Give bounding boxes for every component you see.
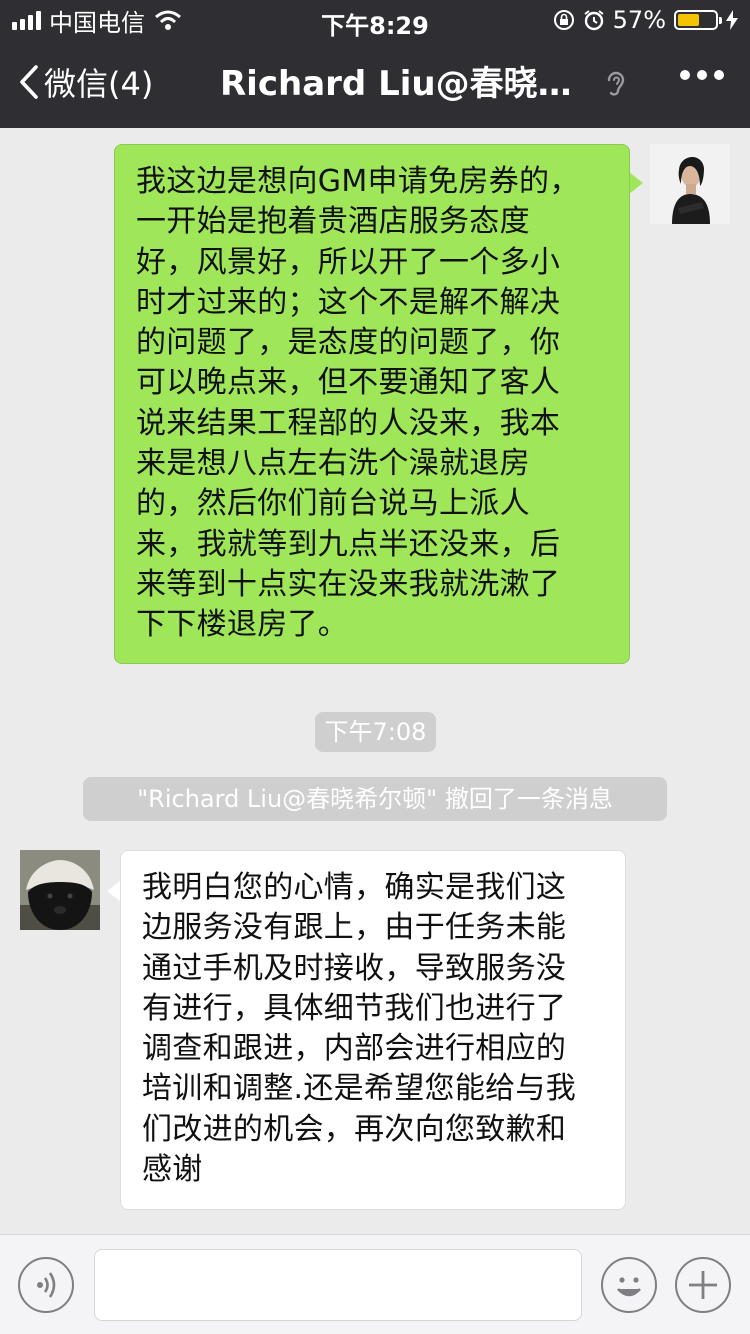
plus-icon [689, 1271, 717, 1299]
voice-icon [37, 1272, 56, 1298]
voice-button[interactable] [18, 1257, 74, 1313]
alarm-icon [584, 10, 604, 31]
chevron-left-icon [20, 65, 38, 99]
emoji-button[interactable] [601, 1257, 657, 1313]
charging-icon [726, 10, 738, 30]
timestamp-badge: 下午7:08 [315, 712, 436, 752]
header: 中国电信 下午8:29 57% 微信(4) Richard Liu@春晓希… [0, 0, 750, 128]
chat-title: Richard Liu@春晓希… [220, 64, 600, 104]
more-button[interactable] [680, 70, 724, 80]
received-message-bubble[interactable]: 我明白您的心情，确实是我们这 边服务没有跟上，由于任务未能 通过手机及时接收，导… [120, 850, 626, 1210]
back-button[interactable]: 微信(4) [18, 60, 153, 104]
input-bar [0, 1234, 750, 1334]
recall-notice: "Richard Liu@春晓希尔顿" 撤回了一条消息 [83, 777, 667, 821]
sent-message-bubble[interactable]: 我这边是想向GM申请免房券的， 一开始是抱着贵酒店服务态度 好，风景好，所以开了… [114, 144, 630, 664]
back-label: 微信(4) [44, 65, 154, 103]
honey-badger-avatar-image [20, 850, 100, 930]
emoji-icon [617, 1277, 641, 1297]
received-bubble-tail [107, 880, 121, 902]
plus-button[interactable] [675, 1257, 731, 1313]
message-input[interactable] [94, 1249, 582, 1321]
status-bar: 中国电信 下午8:29 57% [0, 0, 750, 40]
more-icon [680, 70, 690, 80]
battery-icon [674, 10, 722, 30]
nav-bar: 微信(4) Richard Liu@春晓希… [0, 40, 750, 128]
person-avatar-image [650, 144, 730, 224]
my-avatar[interactable] [650, 144, 730, 224]
contact-avatar[interactable] [20, 850, 100, 930]
orientation-lock-icon [553, 10, 574, 30]
ear-icon [607, 71, 625, 96]
status-right: 57% [553, 6, 738, 34]
sent-bubble-tail [629, 172, 643, 194]
battery-percent: 57% [612, 6, 666, 34]
chat-area[interactable]: 我这边是想向GM申请免房券的， 一开始是抱着贵酒店服务态度 好，风景好，所以开了… [0, 128, 750, 1234]
